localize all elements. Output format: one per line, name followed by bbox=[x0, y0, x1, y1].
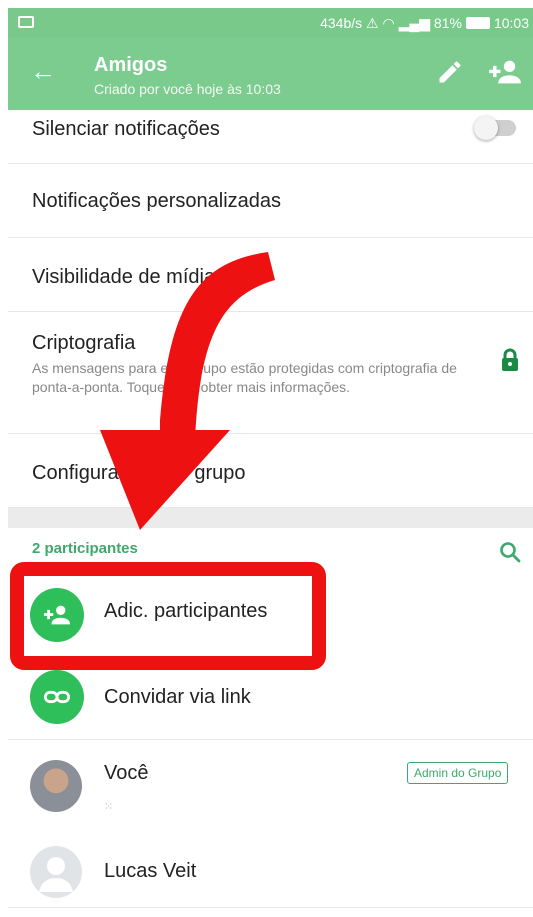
custom-notifications-row[interactable]: Notificações personalizadas bbox=[8, 164, 533, 238]
participant-row-you[interactable]: Você bbox=[8, 740, 533, 838]
signal-icons: ⚠ ◠ ▂▄▆ bbox=[362, 14, 434, 31]
participant-row-lucas[interactable]: Lucas Veit bbox=[8, 838, 533, 908]
participant-name: Você bbox=[104, 762, 149, 784]
avatar bbox=[30, 760, 82, 812]
admin-badge: Admin do Grupo bbox=[407, 762, 509, 784]
section-divider bbox=[8, 508, 533, 528]
group-subtitle: Criado por você hoje às 10:03 bbox=[94, 81, 281, 97]
clock: 10:03 bbox=[493, 15, 529, 31]
participant-name: Lucas Veit bbox=[104, 860, 197, 882]
encryption-row[interactable]: Criptografia As mensagens para este grup… bbox=[8, 312, 533, 434]
group-settings-row[interactable]: Configurações do grupo bbox=[8, 434, 533, 508]
highlight-box bbox=[10, 562, 326, 670]
participants-count: 2 participantes bbox=[32, 540, 138, 557]
network-speed: 434b/s bbox=[320, 15, 363, 31]
media-visibility-label: Visibilidade de mídia bbox=[32, 266, 216, 288]
toggle-knob bbox=[474, 116, 498, 140]
lock-icon bbox=[502, 348, 518, 371]
custom-notifications-label: Notificações personalizadas bbox=[32, 190, 282, 212]
add-participant-icon[interactable] bbox=[488, 58, 522, 86]
app-bar: ← Amigos Criado por você hoje às 10:03 bbox=[8, 38, 533, 110]
gallery-notification-icon bbox=[18, 16, 34, 28]
group-settings-label: Configurações do grupo bbox=[32, 462, 246, 484]
media-visibility-row[interactable]: Visibilidade de mídia bbox=[8, 238, 533, 312]
group-title: Amigos bbox=[94, 54, 168, 76]
battery-percent: 81% bbox=[433, 15, 462, 31]
mute-toggle[interactable] bbox=[474, 116, 516, 140]
link-icon bbox=[43, 690, 71, 704]
search-icon[interactable] bbox=[498, 540, 522, 564]
mute-notifications-label: Silenciar notificações bbox=[32, 118, 220, 140]
back-arrow-icon[interactable]: ← bbox=[30, 58, 56, 84]
encryption-label: Criptografia bbox=[32, 332, 136, 354]
invite-link-label: Convidar via link bbox=[104, 686, 251, 708]
encryption-description: As mensagens para este grupo estão prote… bbox=[32, 360, 457, 395]
battery-icon bbox=[465, 17, 490, 29]
participant-status: ⁙ bbox=[104, 801, 114, 813]
mute-notifications-row[interactable]: Silenciar notificações bbox=[8, 110, 533, 164]
edit-pencil-icon[interactable] bbox=[436, 58, 464, 86]
status-bar: 434b/s ⚠ ◠ ▂▄▆ 81% 10:03 bbox=[8, 8, 533, 38]
invite-link-circle bbox=[30, 670, 84, 724]
default-avatar-icon bbox=[30, 846, 82, 898]
